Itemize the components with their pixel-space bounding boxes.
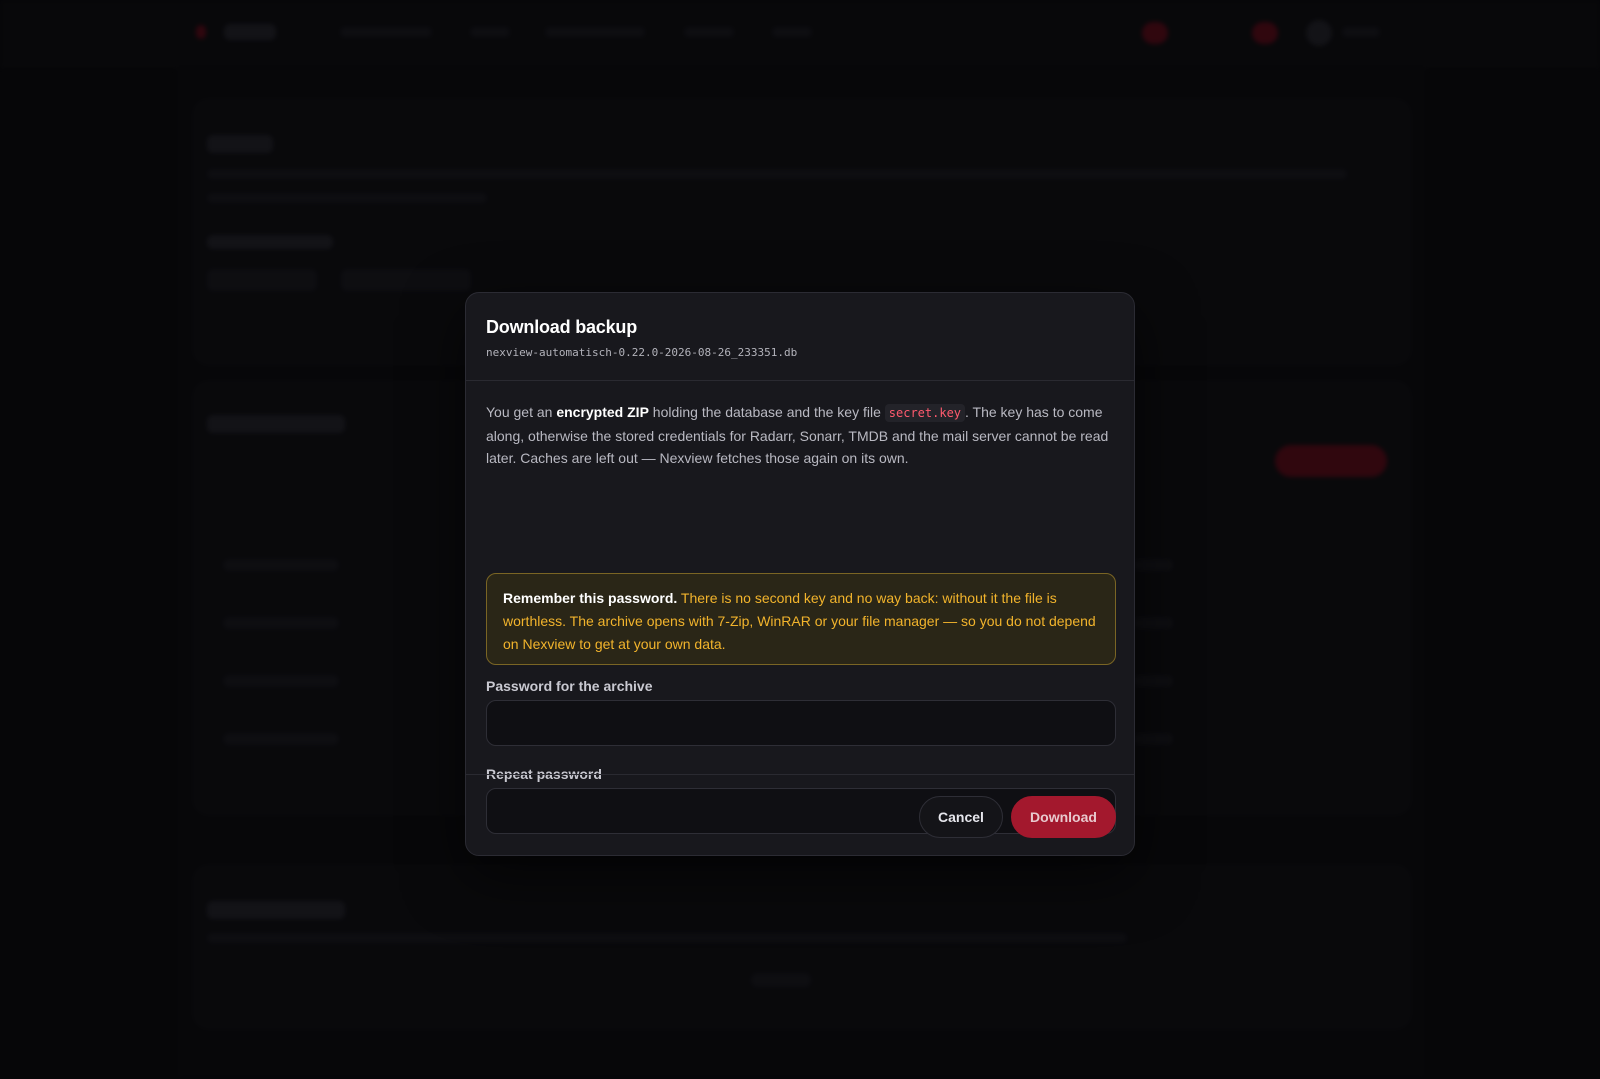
download-backup-dialog: Download backup nexview-automatisch-0.22… [465, 292, 1135, 856]
backup-filename: nexview-automatisch-0.22.0-2026-08-26_23… [486, 346, 798, 359]
dialog-header: Download backup nexview-automatisch-0.22… [466, 293, 1134, 381]
cancel-button[interactable]: Cancel [919, 796, 1003, 838]
dialog-description: You get an encrypted ZIP holding the dat… [486, 401, 1116, 470]
key-file-code: secret.key [884, 404, 966, 422]
archive-password-input[interactable] [486, 700, 1116, 746]
password-label: Password for the archive [486, 678, 653, 694]
description-text: holding the database and the key file [648, 404, 885, 420]
dialog-title: Download backup [486, 317, 638, 337]
description-text: You get an [486, 404, 557, 420]
description-emphasis: encrypted ZIP [556, 404, 649, 420]
warning-title: Remember this password. [503, 590, 678, 606]
download-button[interactable]: Download [1011, 796, 1116, 838]
dialog-footer: Cancel Download [466, 774, 1134, 857]
password-warning-alert: Remember this password. There is no seco… [486, 573, 1116, 665]
